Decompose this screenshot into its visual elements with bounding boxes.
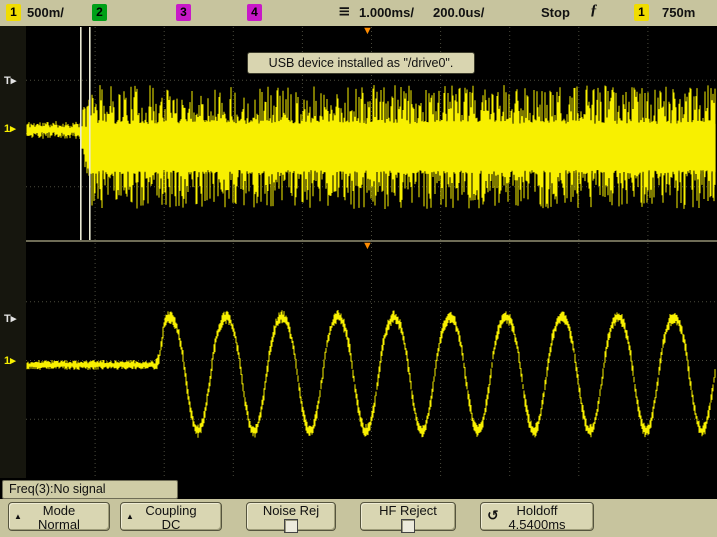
trigger-level: 750m — [662, 5, 696, 20]
menu-arrow-icon: ▲ — [126, 512, 134, 521]
softkey-label: Noise Rej — [262, 503, 320, 518]
trigger-level-marker-zoom: T▸ — [4, 313, 17, 325]
status-bar: 1 500m/ 2 3 4 ≡ 1.000ms/ 200.0us/ Stop ƒ… — [0, 0, 717, 26]
zoom-waveform-pane — [26, 243, 717, 478]
marker-arrow-icon: ▸ — [10, 123, 16, 135]
marker-arrow-icon: ▸ — [10, 313, 17, 325]
softkey-holdoff[interactable]: ↺ Holdoff 4.5400ms — [480, 502, 594, 531]
trigger-level-marker-main: T▸ — [4, 75, 17, 87]
trigger-position-marker-main: ▼ — [362, 25, 373, 37]
main-timebase: 1.000ms/ — [359, 5, 414, 20]
softkey-noise-rej[interactable]: Noise Rej — [246, 502, 336, 533]
marker-arrow-icon: ▸ — [10, 75, 17, 87]
trigger-position-marker-zoom: ▼ — [362, 240, 373, 252]
trigger-source-badge: 1 — [634, 4, 649, 21]
menu-arrow-icon: ▲ — [14, 512, 22, 521]
softkey-value: Normal — [38, 517, 80, 532]
channel-3-badge: 3 — [176, 4, 191, 21]
softkey-mode[interactable]: ▲ Mode Normal — [8, 502, 110, 531]
ground-marker-main: 1▸ — [4, 123, 16, 135]
run-state: Stop — [541, 5, 570, 20]
softkey-hf-reject[interactable]: HF Reject — [360, 502, 456, 533]
channel-1-scale: 500m/ — [27, 5, 64, 20]
softkey-row: ▲ Mode Normal ▲ Coupling DC Noise Rej HF… — [0, 499, 717, 537]
softkey-label: Mode — [42, 503, 76, 518]
delayed-timebase: 200.0us/ — [433, 5, 485, 20]
softkey-value: DC — [161, 517, 181, 532]
softkey-coupling[interactable]: ▲ Coupling DC — [120, 502, 222, 531]
freq-readout: Freq(3):No signal — [2, 480, 178, 499]
usb-status-toast: USB device installed as "/drive0". — [247, 52, 475, 74]
noise-rej-checkbox[interactable] — [284, 519, 298, 533]
channel-4-badge: 4 — [247, 4, 262, 21]
ground-marker-zoom: 1▸ — [4, 355, 16, 367]
marker-arrow-icon: ▸ — [10, 355, 16, 367]
left-gutter: T▸ 1▸ T▸ 1▸ — [0, 26, 26, 478]
display-area: T▸ 1▸ T▸ 1▸ ▼ ▼ USB device installed as … — [0, 26, 717, 499]
softkey-label: Coupling — [145, 503, 197, 518]
channel-1-badge: 1 — [6, 4, 21, 21]
rotate-knob-icon: ↺ — [487, 508, 499, 524]
pane-divider — [0, 240, 717, 242]
trigger-edge-icon: ƒ — [590, 2, 598, 18]
softkey-label: HF Reject — [379, 503, 437, 518]
hf-reject-checkbox[interactable] — [401, 519, 415, 533]
timebase-icon: ≡ — [338, 2, 351, 20]
channel-2-badge: 2 — [92, 4, 107, 21]
